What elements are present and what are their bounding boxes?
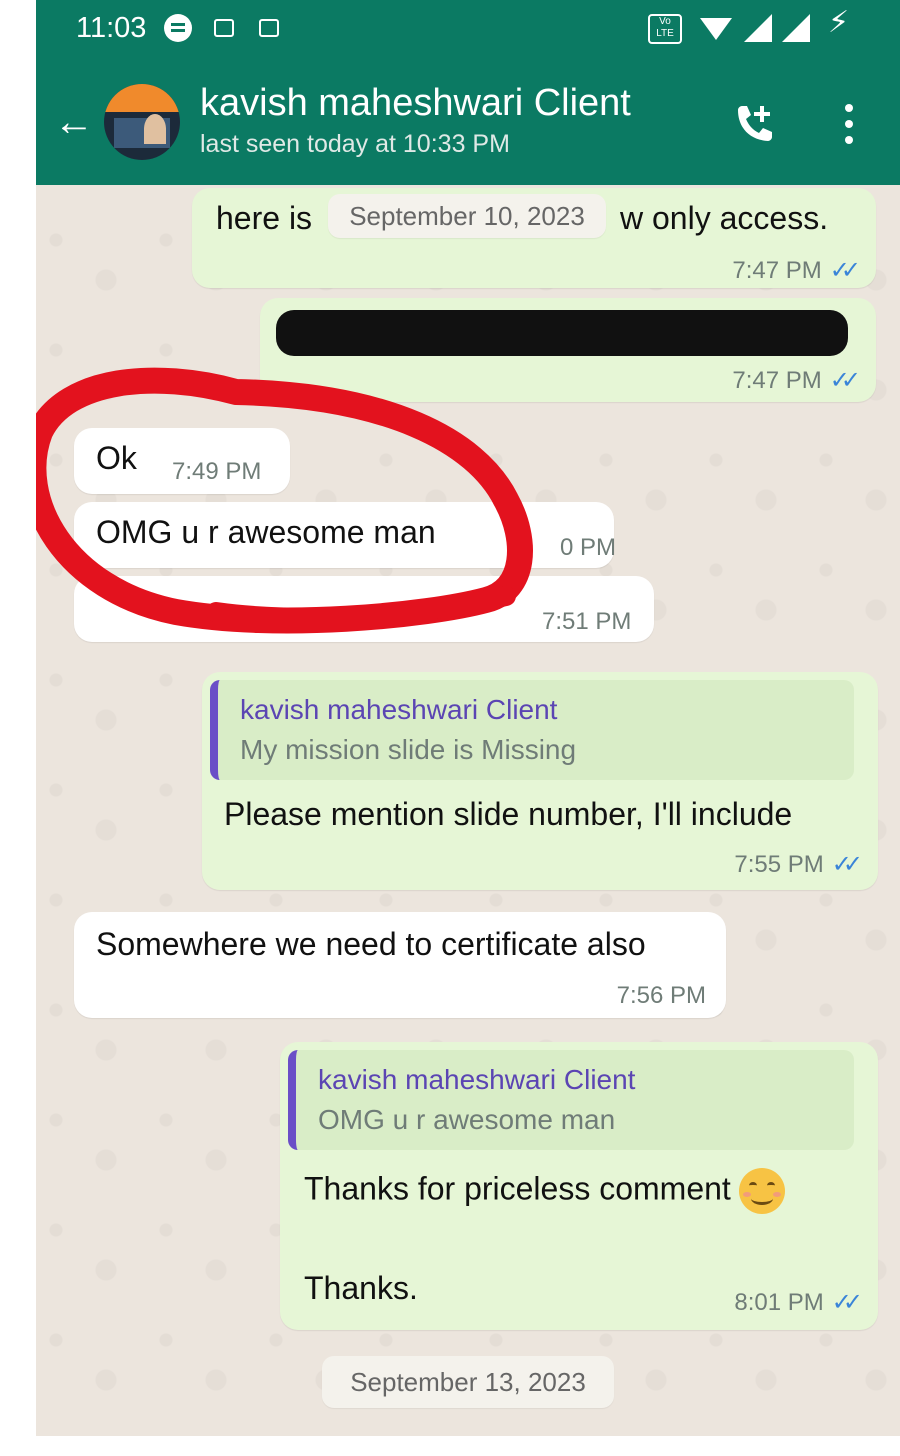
- last-seen: last seen today at 10:33 PM: [200, 130, 510, 158]
- contact-name[interactable]: kavish maheshwari Client: [200, 82, 631, 125]
- message-text-line: Thanks.: [304, 1270, 418, 1306]
- message-text-line: Thanks for priceless comment: [304, 1170, 731, 1207]
- message-text: Ok: [96, 440, 137, 476]
- chat-header: 11:03 Vo LTE ⚡ ← kavish maheshwari Clien…: [36, 0, 900, 185]
- message-text: OMG u r awesome man: [96, 514, 436, 550]
- add-call-button[interactable]: [730, 100, 778, 148]
- message-bubble-outgoing[interactable]: 7:47 PM ✓✓: [260, 298, 876, 402]
- redaction-mark: [276, 310, 848, 356]
- date-chip: September 13, 2023: [322, 1356, 614, 1408]
- more-options-button[interactable]: [836, 100, 860, 148]
- more-vertical-icon: [845, 104, 853, 112]
- read-ticks-icon: ✓✓: [831, 851, 863, 878]
- chat-screen: 11:03 Vo LTE ⚡ ← kavish maheshwari Clien…: [36, 0, 900, 1436]
- arrow-left-icon: ←: [54, 100, 94, 144]
- volte-icon: Vo LTE: [648, 14, 682, 44]
- reply-quote[interactable]: kavish maheshwari Client OMG u r awesome…: [288, 1050, 854, 1150]
- back-button[interactable]: ←: [54, 102, 98, 142]
- message-bubble-incoming[interactable]: Ok 7:49 PM: [74, 428, 290, 494]
- message-bubble-outgoing[interactable]: kavish maheshwari Client My mission slid…: [202, 672, 878, 890]
- message-text: here is: [216, 200, 313, 236]
- status-time: 11:03: [76, 12, 147, 44]
- read-ticks-icon: ✓✓: [831, 1289, 863, 1316]
- message-time: 8:01 PM ✓✓: [734, 1289, 863, 1316]
- message-time: 7:47 PM ✓✓: [732, 367, 861, 394]
- read-ticks-icon: ✓✓: [829, 367, 861, 394]
- status-bar: 11:03 Vo LTE ⚡: [36, 0, 900, 58]
- read-ticks-icon: ✓✓: [829, 257, 861, 284]
- message-notification-icon: [164, 14, 192, 42]
- date-chip: September 10, 2023: [328, 194, 606, 238]
- reply-quote-author: kavish maheshwari Client: [318, 1064, 636, 1095]
- message-time: 7:49 PM: [172, 458, 262, 485]
- smiling-face-icon: [738, 1168, 785, 1214]
- reply-quote-text: OMG u r awesome man: [318, 1104, 616, 1135]
- message-time: 7:55 PM ✓✓: [734, 851, 863, 878]
- avatar[interactable]: [104, 84, 180, 160]
- phone-add-icon: [738, 106, 772, 141]
- message-text: Thanks for priceless comment: [304, 1168, 785, 1214]
- notification-icon: [214, 19, 234, 37]
- message-time: 7:56 PM: [616, 982, 706, 1009]
- wifi-icon: [700, 18, 732, 40]
- message-bubble-incoming[interactable]: Somewhere we need to certificate also 7:…: [74, 912, 726, 1018]
- message-text: Somewhere we need to certificate also: [96, 926, 646, 962]
- message-bubble-incoming[interactable]: OMG u r awesome man 0 PM: [74, 502, 617, 568]
- reply-quote-author: kavish maheshwari Client: [240, 694, 558, 725]
- message-bubble-incoming[interactable]: 7:51 PM: [74, 576, 654, 642]
- message-time: 0 PM: [560, 534, 617, 561]
- battery-charging-icon: ⚡: [828, 6, 850, 39]
- message-text: w only access.: [620, 200, 829, 236]
- message-time: 7:51 PM: [542, 608, 632, 635]
- notification-icon: [259, 19, 279, 37]
- signal-icon: [782, 14, 810, 42]
- message-bubble-outgoing[interactable]: kavish maheshwari Client OMG u r awesome…: [280, 1042, 878, 1330]
- reply-quote[interactable]: kavish maheshwari Client My mission slid…: [210, 680, 854, 780]
- signal-icon: [744, 14, 772, 42]
- reply-quote-text: My mission slide is Missing: [240, 734, 577, 765]
- message-text: Please mention slide number, I'll includ…: [224, 796, 793, 832]
- message-time: 7:47 PM ✓✓: [732, 257, 861, 284]
